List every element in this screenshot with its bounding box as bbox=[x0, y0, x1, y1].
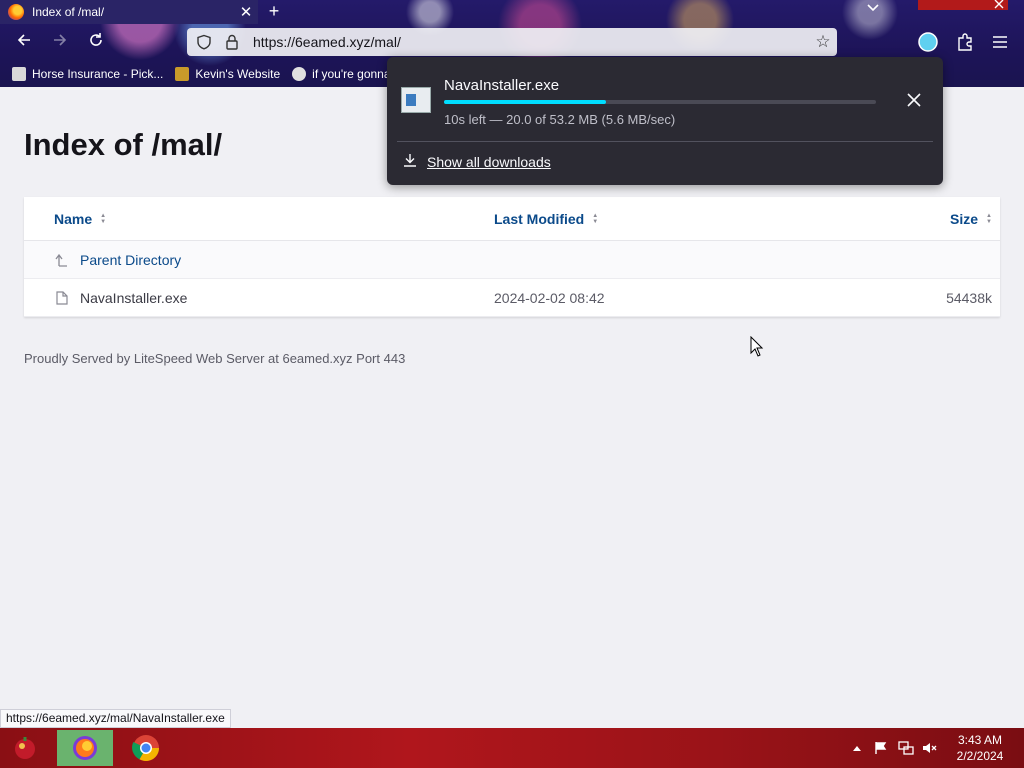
show-hidden-icons[interactable] bbox=[852, 728, 862, 768]
name-cell: Parent Directory bbox=[54, 241, 181, 278]
show-all-downloads-label: Show all downloads bbox=[427, 154, 551, 170]
download-progress-fill bbox=[444, 100, 607, 104]
window-close-icon[interactable] bbox=[993, 0, 1005, 13]
cancel-download-icon[interactable] bbox=[902, 90, 926, 114]
start-button[interactable] bbox=[0, 730, 50, 766]
bookmark-item[interactable]: Horse Insurance - Pick... bbox=[12, 66, 164, 81]
bookmark-star-icon[interactable]: ☆ bbox=[809, 32, 837, 52]
modified-cell: 2024-02-02 08:42 bbox=[494, 289, 605, 306]
url-text[interactable]: https://6eamed.xyz/mal/ bbox=[253, 34, 809, 50]
navigation-toolbar: https://6eamed.xyz/mal/ ☆ bbox=[0, 24, 1024, 60]
back-button[interactable] bbox=[10, 28, 38, 56]
column-header-size[interactable]: Size ▲ ▼ bbox=[950, 197, 992, 240]
reload-button[interactable] bbox=[82, 28, 110, 56]
account-icon[interactable] bbox=[916, 30, 940, 54]
network-icon[interactable] bbox=[898, 728, 914, 768]
server-footer: Proudly Served by LiteSpeed Web Server a… bbox=[24, 351, 406, 366]
parent-directory-icon bbox=[54, 252, 70, 268]
lock-icon[interactable] bbox=[221, 31, 243, 53]
column-header-label: Last Modified bbox=[494, 210, 585, 227]
tab-title: Index of /mal/ bbox=[32, 5, 105, 19]
file-icon bbox=[54, 290, 70, 306]
volume-muted-icon[interactable] bbox=[922, 728, 938, 768]
bookmark-label: if you're gonna bbox=[312, 66, 391, 81]
action-center-flag-icon[interactable] bbox=[874, 728, 888, 768]
forward-button[interactable] bbox=[46, 28, 74, 56]
table-row[interactable]: Parent Directory bbox=[24, 241, 1000, 279]
downloads-panel: NavaInstaller.exe 10s left — 20.0 of 53.… bbox=[387, 57, 943, 185]
show-all-downloads-button[interactable]: Show all downloads bbox=[401, 151, 551, 173]
table-header: Name ▲ ▼ Last Modified ▲ ▼ Size ▲ ▼ bbox=[24, 197, 1000, 241]
sort-icon[interactable]: ▲ ▼ bbox=[100, 213, 106, 225]
column-header-name[interactable]: Name ▲ ▼ bbox=[54, 197, 106, 240]
taskbar-firefox[interactable] bbox=[57, 730, 113, 766]
parent-directory-link[interactable]: Parent Directory bbox=[80, 252, 181, 268]
download-status: 10s left — 20.0 of 53.2 MB (5.6 MB/sec) bbox=[444, 112, 676, 127]
system-clock[interactable]: 3:43 AM 2/2/2024 bbox=[948, 732, 1012, 764]
divider bbox=[397, 141, 933, 142]
link-status-bar: https://6eamed.xyz/mal/NavaInstaller.exe bbox=[0, 709, 231, 728]
list-all-tabs-icon[interactable] bbox=[866, 0, 880, 17]
clock-time: 3:43 AM bbox=[957, 733, 1003, 747]
column-header-label: Name bbox=[54, 210, 93, 227]
new-tab-button[interactable]: + bbox=[264, 0, 284, 24]
taskbar: 3:43 AM 2/2/2024 bbox=[0, 728, 1024, 768]
page-title: Index of /mal/ bbox=[24, 127, 223, 162]
column-header-modified[interactable]: Last Modified ▲ ▼ bbox=[494, 197, 598, 240]
tab-active[interactable]: Index of /mal/ ✕ bbox=[0, 0, 258, 24]
tab-close-icon[interactable]: ✕ bbox=[234, 3, 258, 21]
bookmark-favicon-icon bbox=[175, 66, 190, 81]
sort-icon[interactable]: ▲ ▼ bbox=[986, 213, 992, 225]
bookmark-label: Kevin's Website bbox=[195, 66, 281, 81]
download-progress-bar bbox=[444, 100, 876, 104]
menu-icon[interactable] bbox=[988, 30, 1012, 54]
clock-date: 2/2/2024 bbox=[956, 749, 1004, 763]
table-row[interactable]: NavaInstaller.exe 2024-02-02 08:42 54438… bbox=[24, 279, 1000, 317]
extensions-icon[interactable] bbox=[953, 30, 977, 54]
size-cell: 54438k bbox=[946, 289, 992, 306]
address-bar[interactable]: https://6eamed.xyz/mal/ ☆ bbox=[187, 28, 837, 56]
exe-file-icon bbox=[401, 87, 431, 113]
bookmark-label: Horse Insurance - Pick... bbox=[32, 66, 164, 81]
download-filename[interactable]: NavaInstaller.exe bbox=[444, 77, 559, 94]
bookmark-item[interactable]: Kevin's Website bbox=[175, 66, 281, 81]
name-cell: NavaInstaller.exe bbox=[54, 279, 187, 316]
bookmark-favicon-icon bbox=[292, 66, 307, 81]
tracking-protection-icon[interactable] bbox=[193, 31, 215, 53]
directory-listing: Name ▲ ▼ Last Modified ▲ ▼ Size ▲ ▼ Parent … bbox=[24, 197, 1000, 317]
bookmark-item[interactable]: if you're gonna bbox=[292, 66, 391, 81]
taskbar-chrome[interactable] bbox=[118, 730, 174, 766]
sort-icon[interactable]: ▲ ▼ bbox=[592, 213, 598, 225]
column-header-label: Size bbox=[950, 210, 979, 227]
file-link[interactable]: NavaInstaller.exe bbox=[80, 290, 187, 306]
bookmark-favicon-icon bbox=[12, 66, 26, 81]
download-icon bbox=[401, 153, 419, 171]
mouse-cursor-icon bbox=[750, 336, 764, 357]
firefox-icon bbox=[8, 4, 24, 20]
